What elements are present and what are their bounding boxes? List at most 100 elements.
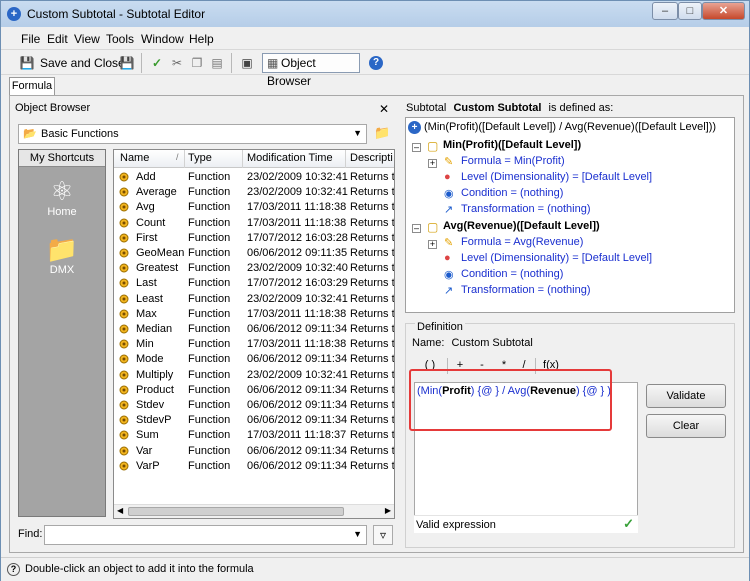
dmx-folder-icon: 📁 [45,234,79,264]
subtotal-editor-window: + Custom Subtotal - Subtotal Editor – □ … [0,0,750,581]
tree-root[interactable]: (Min(Profit)([Default Level]) / Avg(Reve… [424,121,716,133]
function-description: Returns t [350,247,395,259]
shortcut-dmx[interactable]: 📁 DMX [19,234,105,276]
scroll-thumb[interactable] [128,507,344,516]
browse-icon[interactable]: ▣ [239,55,255,71]
cut-icon[interactable]: ✂ [169,55,185,71]
tree-level[interactable]: Level (Dimensionality) = [Default Level] [461,252,652,264]
object-browser-button[interactable]: ▦ Object Browser [262,53,360,88]
folder-up-icon[interactable]: 📁 [374,125,392,143]
expand-icon[interactable]: + [428,159,437,168]
function-type: Function [188,429,231,442]
function-name: First [136,231,158,244]
function-row[interactable]: Least Function 23/02/2009 10:32:41 Returns … [114,292,394,307]
toolbar-separator [231,53,232,73]
minimize-button[interactable]: – [652,2,678,20]
function-row[interactable]: Product Function 06/06/2012 09:11:34 Return… [114,383,394,398]
function-row[interactable]: Min Function 17/03/2011 11:18:38 Returns t [114,337,394,352]
tree-transformation[interactable]: Transformation = (nothing) [461,203,591,215]
function-row[interactable]: Multiply Function 23/02/2009 10:32:41 Retur… [114,368,394,383]
menu-edit[interactable]: Edit [47,32,68,46]
function-row[interactable]: Avg Function 17/03/2011 11:18:38 Returns t [114,200,394,215]
function-icon [118,414,130,426]
tree-group-label[interactable]: Avg(Revenue)([Default Level]) [443,220,600,232]
function-modified: 23/02/2009 10:32:41 [247,171,348,183]
function-row[interactable]: VarP Function 06/06/2012 09:11:34 Returns t [114,459,394,474]
function-row[interactable]: Add Function 23/02/2009 10:32:41 Returns t [114,170,394,185]
column-modification-time[interactable]: Modification Time [247,152,333,164]
function-description: Returns t [350,414,395,427]
tree-level[interactable]: Level (Dimensionality) = [Default Level] [461,171,652,183]
status-bar: ? Double-click an object to add it into … [1,557,749,581]
object-browser-close-icon[interactable]: ✕ [379,102,389,116]
function-row[interactable]: Median Function 06/06/2012 09:11:34 Returns… [114,322,394,337]
definition-name-value: Custom Subtotal [451,337,533,349]
tree-condition[interactable]: Condition = (nothing) [461,187,563,199]
status-text: Double-click an object to add it into th… [25,563,254,575]
function-row[interactable]: Sum Function 17/03/2011 11:18:37 Returns t [114,428,394,443]
function-row[interactable]: Mode Function 06/06/2012 09:11:34 Returns t [114,352,394,367]
tree-condition[interactable]: Condition = (nothing) [461,268,563,280]
menu-window[interactable]: Window [141,32,184,46]
function-row[interactable]: Last Function 17/07/2012 16:03:29 Returns t [114,276,394,291]
filter-icon[interactable]: ▿ [373,525,393,545]
function-row[interactable]: Var Function 06/06/2012 09:11:34 Returns t [114,444,394,459]
collapse-icon[interactable]: – [412,224,421,233]
menu-tools[interactable]: Tools [106,32,134,46]
close-window-button[interactable]: ✕ [702,2,745,20]
function-row[interactable]: Max Function 17/03/2011 11:18:38 Returns t [114,307,394,322]
function-name: GeoMean [136,247,185,259]
horizontal-scrollbar[interactable]: ◀ ▶ [114,504,394,518]
collapse-icon[interactable]: – [412,143,421,152]
function-row[interactable]: Average Function 23/02/2009 10:32:41 Return… [114,185,394,200]
save-icon[interactable]: 💾 [119,55,135,71]
function-icon [118,262,130,274]
help-icon[interactable]: ? [369,56,383,70]
definition-title: Definition [415,321,465,333]
tree-transformation[interactable]: Transformation = (nothing) [461,284,591,296]
function-row[interactable]: StdevP Function 06/06/2012 09:11:34 Returns… [114,413,395,428]
tree-formula[interactable]: Formula = Avg(Revenue) [461,236,583,248]
shortcut-home[interactable]: ⚛ Home [19,176,105,218]
function-type: Function [188,231,231,244]
clear-button[interactable]: Clear [646,414,726,438]
menu-help[interactable]: Help [189,32,214,46]
check-icon[interactable]: ✓ [149,55,165,71]
function-name: VarP [136,459,160,472]
maximize-button[interactable]: □ [678,2,702,20]
app-icon: + [7,7,21,21]
category-value: Basic Functions [41,128,119,140]
column-type[interactable]: Type [188,152,212,164]
expand-icon[interactable]: + [428,240,437,249]
menu-view[interactable]: View [74,32,100,46]
function-name: Stdev [136,399,165,411]
column-name[interactable]: Name [120,152,149,164]
function-row[interactable]: Count Function 17/03/2011 11:18:38 Returns … [114,216,394,231]
column-description[interactable]: Descripti [350,152,393,164]
function-type: Function [188,277,231,290]
function-icon [118,217,130,229]
scroll-right-icon[interactable]: ▶ [385,506,391,515]
copy-icon[interactable]: ❐ [189,55,205,71]
function-row[interactable]: Greatest Function 23/02/2009 10:32:40 Retur… [114,261,394,276]
scroll-left-icon[interactable]: ◀ [117,506,123,515]
validate-button[interactable]: Validate [646,384,726,408]
function-name: Least [136,292,163,305]
category-dropdown[interactable]: 📂 Basic Functions ▼ [18,124,367,144]
function-row[interactable]: First Function 17/07/2012 16:03:28 Returns … [114,231,394,246]
function-row[interactable]: Stdev Function 06/06/2012 09:11:34 Returns … [114,398,394,413]
menu-file[interactable]: File [21,32,40,46]
tree-group-label[interactable]: Min(Profit)([Default Level]) [443,139,581,151]
tab-formula[interactable]: Formula [9,77,55,95]
function-row[interactable]: GeoMean Function 06/06/2012 09:11:35 Return… [114,246,395,261]
save-and-close-button[interactable]: Save and Close [35,53,130,73]
tree-formula[interactable]: Formula = Min(Profit) [461,155,565,167]
function-type: Function [188,201,231,214]
find-input[interactable]: ▼ [44,525,367,545]
function-modified: 06/06/2012 09:11:34 [247,323,348,335]
condition-icon: ◉ [444,269,454,281]
find-label: Find: [18,528,43,540]
function-type: Function [188,399,231,411]
definition-tree: + (Min(Profit)([Default Level]) / Avg(Re… [405,117,735,313]
paste-icon[interactable]: ▤ [209,55,225,71]
